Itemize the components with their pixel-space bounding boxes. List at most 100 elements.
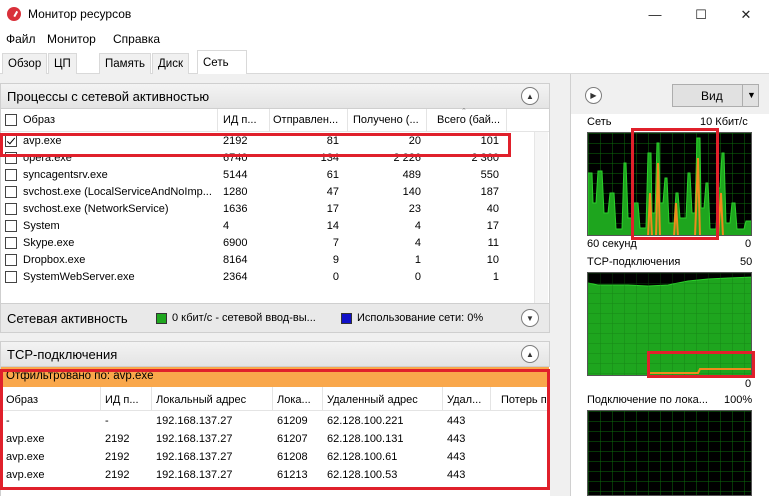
table-row[interactable]: avp.exe 2192 192.168.137.27 61213 62.128.100… <box>1 467 549 484</box>
row-checkbox[interactable] <box>5 254 17 266</box>
tcp-col-local-port[interactable]: Лока... <box>277 394 319 406</box>
local-graph-title: Подключение по лока... <box>587 394 708 406</box>
col-total[interactable]: Всего (бай... <box>437 114 503 126</box>
col-image[interactable]: Образ <box>23 114 213 126</box>
maximize-button[interactable]: ☐ <box>678 0 724 29</box>
tab-overview[interactable]: Обзор <box>2 53 48 74</box>
select-all-checkbox[interactable] <box>5 114 17 126</box>
cell-total: 1 <box>492 271 499 283</box>
cell-image: avp.exe <box>6 451 45 463</box>
table-row[interactable]: avp.exe 2192 81 20 101 <box>1 133 549 150</box>
row-checkbox[interactable] <box>5 169 17 181</box>
io-legend-swatch <box>156 313 167 324</box>
title-bar: Монитор ресурсов — ☐ ✕ <box>0 0 769 29</box>
expand-right-icon[interactable]: ▶ <box>585 87 602 104</box>
window-title: Монитор ресурсов <box>28 7 132 21</box>
row-checkbox[interactable] <box>5 186 17 198</box>
cell-remote-address: 62.128.100.131 <box>327 433 404 445</box>
network-activity-header[interactable]: Сетевая активность 0 кбит/с - сетевой вв… <box>0 303 550 333</box>
view-button[interactable]: Вид ▼ <box>672 84 759 107</box>
cell-received: 1 <box>414 254 421 266</box>
tab-bar: Обзор ЦП Память Диск Сеть <box>0 49 769 75</box>
tab-memory[interactable]: Память <box>99 53 152 74</box>
close-button[interactable]: ✕ <box>723 0 769 29</box>
table-row[interactable]: syncagentsrv.exe 5144 61 489 550 <box>1 167 549 184</box>
cell-pid: 1636 <box>223 203 248 215</box>
graphs-area: Сеть 10 Кбит/с 60 секунд 0 TCP-подключен… <box>571 114 769 496</box>
row-checkbox[interactable] <box>5 220 17 232</box>
processes-title: Процессы с сетевой активностью <box>7 89 210 104</box>
cell-remote-address: 62.128.100.53 <box>327 469 398 481</box>
collapse-up-icon[interactable]: ▲ <box>521 87 539 105</box>
processes-header[interactable]: Процессы с сетевой активностью ▲ <box>0 83 550 109</box>
cell-pid: 2192 <box>223 135 248 147</box>
table-row[interactable]: svchost.exe (NetworkService) 1636 17 23 40 <box>1 201 549 218</box>
menu-help[interactable]: Справка <box>113 32 160 46</box>
cell-local-address: 192.168.137.27 <box>156 433 233 445</box>
filter-label: Отфильтровано по: avp.exe <box>6 370 154 382</box>
cell-pid: - <box>105 415 109 427</box>
row-checkbox[interactable] <box>5 203 17 215</box>
network-graph-max: 10 Кбит/с <box>700 116 748 128</box>
cell-total: 187 <box>480 186 499 198</box>
tcp-col-packet-loss[interactable]: Потерь п <box>501 394 549 406</box>
cell-received: 2 226 <box>393 152 421 164</box>
cell-received: 4 <box>414 237 421 249</box>
tab-network[interactable]: Сеть <box>197 50 247 75</box>
cell-image: avp.exe <box>23 135 62 147</box>
table-row[interactable]: Dropbox.exe 8164 9 1 10 <box>1 252 549 269</box>
menu-monitor[interactable]: Монитор <box>47 32 96 46</box>
row-checkbox[interactable] <box>5 152 17 164</box>
table-row[interactable]: Skype.exe 6900 7 4 11 <box>1 235 549 252</box>
view-button-label: Вид <box>701 89 723 103</box>
cell-sent: 81 <box>326 135 339 147</box>
cell-image: opera.exe <box>23 152 72 164</box>
row-checkbox[interactable] <box>5 135 17 147</box>
tab-cpu[interactable]: ЦП <box>48 53 77 74</box>
expand-down-icon[interactable]: ▼ <box>521 309 539 327</box>
network-graph-time: 60 секунд <box>587 238 637 250</box>
network-graph <box>587 132 752 236</box>
table-row[interactable]: svchost.exe (LocalServiceAndNoImp... 1280… <box>1 184 549 201</box>
col-sent[interactable]: Отправлен... <box>273 114 343 126</box>
left-pane: Процессы с сетевой активностью ▲ Образ И… <box>0 74 550 496</box>
cell-received: 20 <box>408 135 421 147</box>
table-row[interactable]: avp.exe 2192 192.168.137.27 61208 62.128.100… <box>1 449 549 466</box>
cell-sent: 7 <box>332 237 339 249</box>
cell-image: SystemWebServer.exe <box>23 271 135 283</box>
usage-label: Использование сети: 0% <box>357 312 484 324</box>
row-checkbox[interactable] <box>5 271 17 283</box>
cell-total: 550 <box>480 169 499 181</box>
processes-scrollbar[interactable] <box>534 132 548 328</box>
table-row[interactable]: opera.exe 6740 134 2 226 2 360 <box>1 150 549 167</box>
tcp-col-remote-address[interactable]: Удаленный адрес <box>327 394 439 406</box>
processes-table: Образ ИД п... Отправлен... Получено (...… <box>0 108 550 329</box>
tcp-col-pid[interactable]: ИД п... <box>105 394 149 406</box>
minimize-button[interactable]: — <box>632 0 678 29</box>
cell-image: Skype.exe <box>23 237 75 249</box>
cell-local-port: 61208 <box>277 451 308 463</box>
row-checkbox[interactable] <box>5 237 17 249</box>
network-activity-title: Сетевая активность <box>7 311 128 326</box>
col-received[interactable]: Получено (... <box>353 114 421 126</box>
tcp-col-image[interactable]: Образ <box>6 394 96 406</box>
table-row[interactable]: System 4 14 4 17 <box>1 218 549 235</box>
tcp-col-remote-port[interactable]: Удал... <box>447 394 487 406</box>
tcp-header[interactable]: TCP-подключения ▲ <box>0 341 550 367</box>
tab-disk[interactable]: Диск <box>152 53 189 74</box>
cell-total: 2 360 <box>471 152 499 164</box>
cell-received: 23 <box>408 203 421 215</box>
cell-total: 101 <box>480 135 499 147</box>
cell-sent: 47 <box>326 186 339 198</box>
collapse-up-icon[interactable]: ▲ <box>521 345 539 363</box>
table-row[interactable]: avp.exe 2192 192.168.137.27 61207 62.128.100… <box>1 431 549 448</box>
table-row[interactable]: SystemWebServer.exe 2364 0 0 1 <box>1 269 549 286</box>
local-graph-max: 100% <box>724 394 753 406</box>
cell-pid: 4 <box>223 220 230 232</box>
col-pid[interactable]: ИД п... <box>223 114 267 126</box>
tcp-col-local-address[interactable]: Локальный адрес <box>156 394 268 406</box>
cell-total: 17 <box>486 220 499 232</box>
tcp-title: TCP-подключения <box>7 347 118 362</box>
menu-file[interactable]: Файл <box>6 32 36 46</box>
table-row[interactable]: - - 192.168.137.27 61209 62.128.100.221 443 <box>1 413 549 430</box>
